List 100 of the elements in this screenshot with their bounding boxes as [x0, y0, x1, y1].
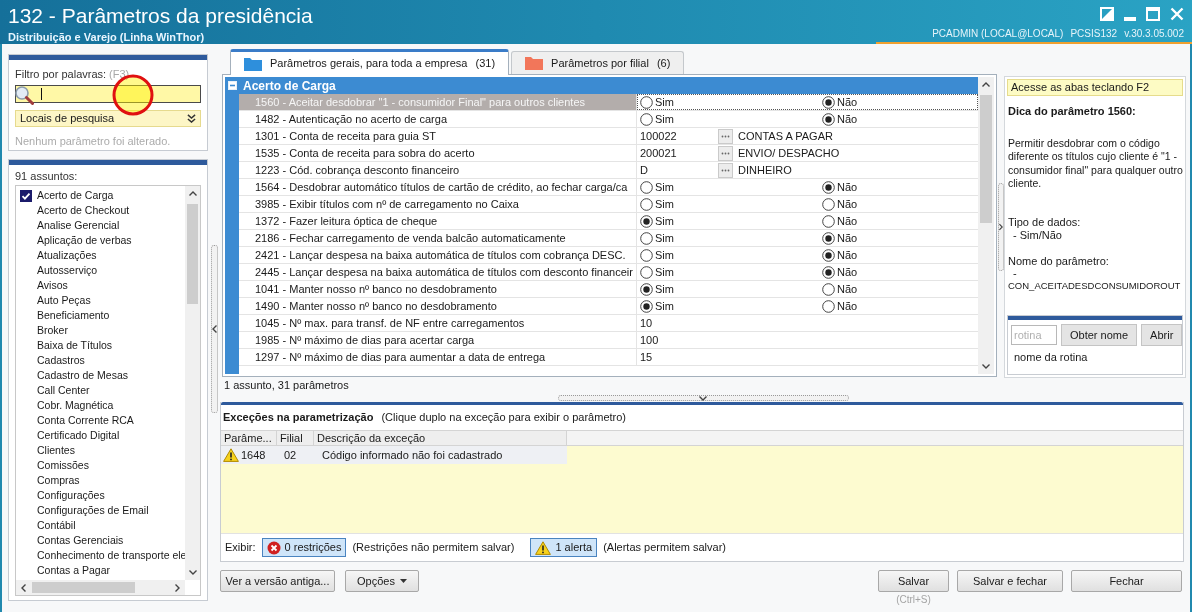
radio-option[interactable]: Não [822, 297, 858, 315]
subject-item[interactable]: Atualizações [16, 248, 185, 263]
subject-item[interactable]: Acerto de Checkout [16, 203, 185, 218]
parameter-name[interactable]: 1041 - Manter nosso nº banco no desdobramento [239, 281, 637, 297]
routine-button[interactable]: Obter nome [1061, 324, 1138, 346]
subject-item[interactable]: Clientes [16, 443, 185, 458]
routine-field[interactable]: rotina [1011, 325, 1057, 345]
radio-option[interactable]: Não [822, 195, 858, 213]
footer-button[interactable]: Opções [345, 570, 419, 592]
radio-option[interactable]: Não [822, 93, 858, 111]
tab[interactable]: Parâmetros gerais, para toda a empresa (31) [230, 49, 510, 75]
subject-item[interactable]: Conhecimento de transporte ele [16, 548, 185, 563]
parameter-value: 100022 [640, 128, 678, 144]
subject-item[interactable]: Autosserviço [16, 263, 185, 278]
footer-button[interactable]: Salvar [878, 570, 949, 592]
diagonal-square-icon[interactable] [1100, 7, 1114, 21]
subject-item[interactable]: Contas Gerenciais [16, 533, 185, 548]
subject-item[interactable]: Call Center [16, 383, 185, 398]
radio-option[interactable]: Não [822, 280, 858, 298]
radio-option[interactable]: Sim [640, 178, 822, 196]
parameter-name[interactable]: 1223 - Cód. cobrança desconto financeiro [239, 162, 637, 178]
radio-option[interactable]: Sim [640, 229, 822, 247]
subject-count: 91 assuntos: [15, 169, 79, 183]
radio-option[interactable]: Não [822, 263, 858, 281]
radio-option[interactable]: Sim [640, 110, 822, 128]
minimize-icon[interactable] [1124, 16, 1136, 21]
radio-option[interactable]: Sim [640, 212, 822, 230]
splitter-handle[interactable] [210, 245, 218, 413]
subject-item[interactable]: Configurações de Email [16, 503, 185, 518]
radio-option[interactable]: Sim [640, 280, 822, 298]
scrollbar-thumb[interactable] [980, 95, 992, 223]
radio-option[interactable]: Sim [640, 297, 822, 315]
search-locations-dropdown[interactable]: Locais de pesquisa [15, 109, 201, 127]
column-header[interactable]: Filial [277, 431, 314, 445]
subject-item[interactable]: Configurações [16, 488, 185, 503]
splitter-handle[interactable] [997, 183, 1004, 271]
radio-option[interactable]: Sim [640, 195, 822, 213]
subject-item[interactable]: Baixa de Títulos [16, 338, 185, 353]
radio-option[interactable]: Não [822, 229, 858, 247]
lookup-button[interactable] [718, 162, 733, 178]
footer-button[interactable]: Ver a versão antiga... [220, 570, 335, 592]
subject-item[interactable]: Acerto de Carga [16, 188, 185, 203]
radio-option[interactable]: Sim [640, 93, 822, 111]
parameter-name[interactable]: 1301 - Conta de receita para guia ST [239, 128, 637, 144]
chevron-up-icon [982, 82, 990, 87]
subject-item[interactable]: Avisos [16, 278, 185, 293]
parameter-name[interactable]: 1372 - Fazer leitura óptica de cheque [239, 213, 637, 229]
radio-option[interactable]: Não [822, 246, 858, 264]
scrollbar-thumb[interactable] [32, 582, 135, 593]
filter-toggle[interactable]: 1 alerta [530, 538, 598, 557]
subject-item[interactable]: Aplicação de verbas [16, 233, 185, 248]
subject-item[interactable]: Auto Peças [16, 293, 185, 308]
parameter-name[interactable]: 1985 - Nº máximo de dias para acertar carga [239, 332, 637, 348]
horizontal-scrollbar[interactable] [16, 580, 185, 595]
splitter-handle[interactable] [557, 395, 849, 401]
subject-item[interactable]: Cadastros [16, 353, 185, 368]
radio-option[interactable]: Não [822, 178, 858, 196]
subject-item[interactable]: Certificado Digital [16, 428, 185, 443]
parameter-name[interactable]: 3985 - Exibir títulos com nº de carregamento no Caixa [239, 196, 637, 212]
maximize-icon[interactable] [1146, 7, 1160, 21]
tab[interactable]: Parâmetros por filial (6) [511, 51, 685, 74]
subject-item[interactable]: Cobr. Magnética [16, 398, 185, 413]
parameter-name[interactable]: 1564 - Desdobrar automático títulos de cartão de crédito, ao fechar carga/ca [239, 179, 637, 195]
footer-button[interactable]: Salvar e fechar [957, 570, 1063, 592]
radio-option[interactable]: Sim [640, 263, 822, 281]
radio-option[interactable]: Sim [640, 246, 822, 264]
routine-button[interactable]: Abrir [1141, 324, 1183, 346]
footer-button[interactable]: Fechar [1071, 570, 1182, 592]
parameter-name[interactable]: 2445 - Lançar despesa na baixa automática de títulos com desconto financeir [239, 264, 637, 280]
parameter-name[interactable]: 2421 - Lançar despesa na baixa automática de títulos com cobrança DESC. [239, 247, 637, 263]
subject-item[interactable]: Analise Gerencial [16, 218, 185, 233]
group-header[interactable]: Acerto de Carga [225, 77, 978, 94]
scrollbar-thumb[interactable] [187, 204, 198, 304]
parameter-name[interactable]: 1535 - Conta de receita para sobra do acerto [239, 145, 637, 161]
parameter-name[interactable]: 1482 - Autenticação no acerto de carga [239, 111, 637, 127]
close-icon[interactable] [1170, 7, 1184, 21]
subject-item[interactable]: Conta Corrente RCA [16, 413, 185, 428]
radio-option[interactable]: Não [822, 110, 858, 128]
search-field[interactable] [15, 84, 201, 103]
subject-item[interactable]: Contas a Pagar [16, 563, 185, 578]
vertical-scrollbar[interactable] [978, 77, 994, 374]
exceptions-hint: (Clique duplo na exceção para exibir o parâmetro) [381, 410, 626, 426]
parameter-name[interactable]: 1045 - Nº max. para transf. de NF entre carregamentos [239, 315, 637, 331]
column-header[interactable]: Parâme... [221, 431, 277, 445]
user-label: PCADMIN (LOCAL@LOCAL) [932, 28, 1064, 40]
subject-item[interactable]: Broker [16, 323, 185, 338]
subject-item[interactable]: Contábil [16, 518, 185, 533]
subject-item[interactable]: Beneficiamento [16, 308, 185, 323]
column-header[interactable]: Descrição da exceção [314, 431, 567, 445]
parameter-name[interactable]: 2186 - Fechar carregamento de venda balcão automaticamente [239, 230, 637, 246]
vertical-scrollbar[interactable] [185, 186, 200, 580]
subject-item[interactable]: Comissões [16, 458, 185, 473]
parameter-name[interactable]: 1490 - Manter nosso nº banco no desdobramento [239, 298, 637, 314]
subject-item[interactable]: Cadastro de Mesas [16, 368, 185, 383]
radio-option[interactable]: Não [822, 212, 858, 230]
parameter-name[interactable]: 1297 - Nº máximo de dias para aumentar a data de entrega [239, 349, 637, 365]
filter-toggle[interactable]: 0 restrições [261, 538, 347, 557]
lookup-button[interactable] [718, 145, 733, 161]
lookup-button[interactable] [718, 128, 733, 144]
subject-item[interactable]: Compras [16, 473, 185, 488]
